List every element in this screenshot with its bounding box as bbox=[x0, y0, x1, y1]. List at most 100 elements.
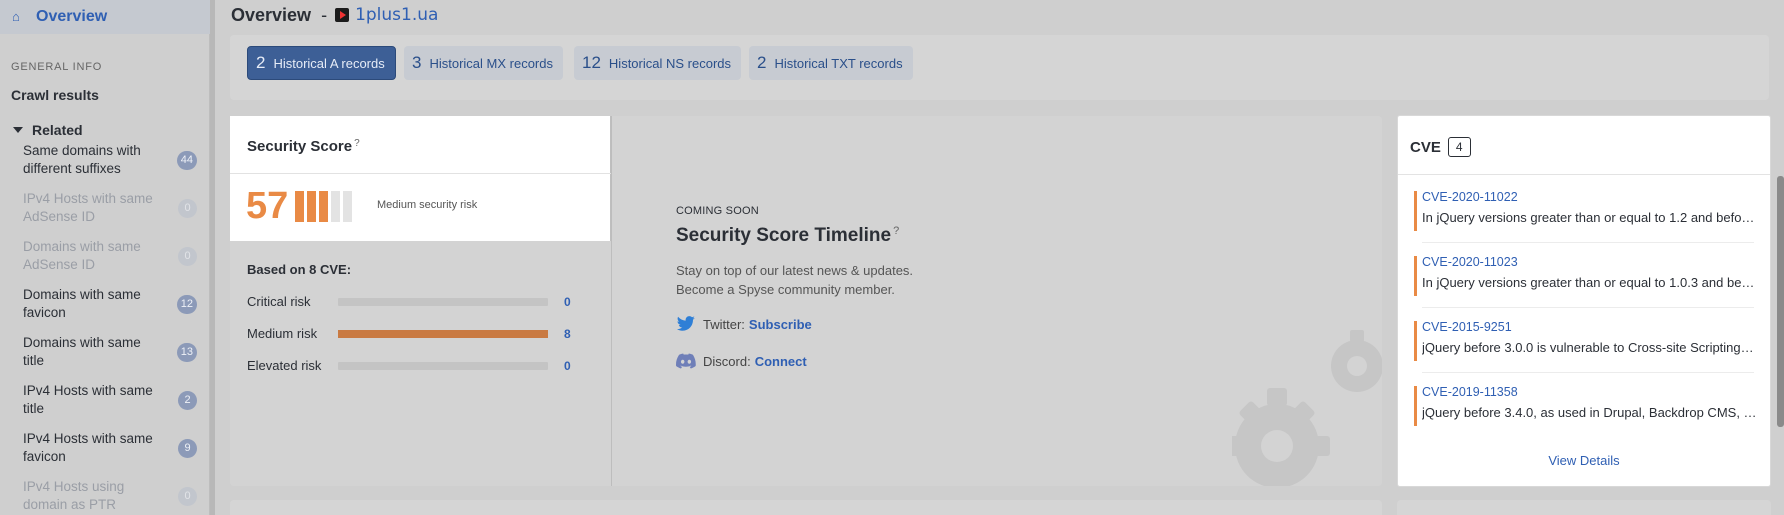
severity-marker bbox=[1414, 191, 1417, 231]
tab-historical-mx-records[interactable]: 3 Historical MX records bbox=[404, 46, 563, 80]
twitter-subscribe-link[interactable]: Subscribe bbox=[749, 317, 812, 332]
sidebar-item-ipv4-ptr[interactable]: IPv4 Hosts using domain as PTR 0 bbox=[23, 478, 203, 514]
count-badge: 2 bbox=[178, 390, 197, 410]
count-badge: 13 bbox=[176, 342, 197, 362]
risk-count[interactable]: 0 bbox=[564, 295, 571, 309]
count-badge: 9 bbox=[178, 438, 197, 458]
sidebar-item-label: Same domains with different suffixes bbox=[23, 143, 141, 176]
card-title: Security Score bbox=[247, 138, 353, 155]
score-level-segment bbox=[307, 191, 316, 222]
record-count: 2 bbox=[757, 53, 767, 72]
record-count: 3 bbox=[412, 53, 422, 72]
description-line: Become a Spyse community member. bbox=[676, 282, 895, 297]
divider bbox=[230, 173, 611, 174]
count-badge: 44 bbox=[176, 150, 197, 170]
sidebar-item-ipv4-title[interactable]: IPv4 Hosts with same title 2 bbox=[23, 382, 203, 418]
sidebar-item-label: IPv4 Hosts with same favicon bbox=[23, 431, 153, 464]
severity-marker bbox=[1414, 256, 1417, 296]
sidebar-item-ipv4-adsense[interactable]: IPv4 Hosts with same AdSense ID 0 bbox=[23, 190, 203, 226]
tab-historical-a-records[interactable]: 2 Historical A records bbox=[247, 46, 396, 80]
section-label-general-info: GENERAL INFO bbox=[11, 61, 103, 73]
cve-scrollbar[interactable] bbox=[1777, 176, 1784, 427]
cve-description: In jQuery versions greater than or equal… bbox=[1422, 210, 1757, 225]
risk-bar-track bbox=[338, 361, 548, 370]
twitter-row: Twitter: Subscribe bbox=[676, 316, 1176, 332]
count-badge: 0 bbox=[178, 198, 197, 218]
timeline-title: Security Score Timeline? bbox=[676, 225, 1176, 247]
risk-row-elevated: Elevated risk 0 bbox=[247, 358, 587, 373]
score-level-segment bbox=[319, 191, 328, 222]
cve-panel: CVE 4 CVE-2020-11022 In jQuery versions … bbox=[1397, 115, 1771, 487]
cve-list-item: CVE-2015-9251 jQuery before 3.0.0 is vul… bbox=[1414, 320, 1757, 373]
sidebar-item-overview[interactable]: ⌂ Overview bbox=[0, 0, 210, 34]
sidebar-item-same-domains-suffixes[interactable]: Same domains with different suffixes 44 bbox=[23, 142, 203, 178]
cve-id-link[interactable]: CVE-2015-9251 bbox=[1422, 320, 1512, 334]
discord-label: Discord: bbox=[703, 353, 751, 369]
historical-records-panel: 2 Historical A records 3 Historical MX r… bbox=[230, 35, 1769, 100]
page-title: Overview bbox=[231, 4, 312, 25]
count-badge: 12 bbox=[176, 294, 197, 314]
divider bbox=[1422, 242, 1754, 243]
risk-label: Elevated risk bbox=[247, 358, 322, 373]
score-level-segment bbox=[331, 191, 340, 222]
sidebar-item-domains-favicon[interactable]: Domains with same favicon 12 bbox=[23, 286, 203, 322]
sidebar-group-label: Related bbox=[32, 122, 83, 138]
cve-title: CVE bbox=[1410, 138, 1441, 156]
gear-icon bbox=[1232, 326, 1382, 486]
twitter-label: Twitter: bbox=[703, 316, 745, 332]
record-count: 12 bbox=[582, 53, 601, 72]
risk-count[interactable]: 0 bbox=[564, 359, 571, 373]
cve-count-badge: 4 bbox=[1447, 137, 1471, 157]
vertical-divider bbox=[611, 116, 612, 486]
description-line: Stay on top of our latest news & updates… bbox=[676, 263, 914, 278]
score-level-segment bbox=[295, 191, 304, 222]
tab-historical-txt-records[interactable]: 2 Historical TXT records bbox=[749, 46, 913, 80]
timeline-title-text: Security Score Timeline bbox=[676, 225, 892, 246]
severity-marker bbox=[1414, 321, 1417, 361]
sidebar-group-related[interactable]: Related bbox=[13, 122, 83, 138]
record-label: Historical TXT records bbox=[774, 55, 903, 71]
cve-list-item: CVE-2019-11358 jQuery before 3.4.0, as u… bbox=[1414, 385, 1757, 427]
risk-row-medium: Medium risk 8 bbox=[247, 326, 587, 341]
cve-id-link[interactable]: CVE-2020-11023 bbox=[1422, 255, 1518, 269]
sidebar-item-label: Domains with same title bbox=[23, 335, 141, 368]
help-icon[interactable]: ? bbox=[354, 138, 360, 149]
count-badge: 0 bbox=[178, 486, 197, 506]
record-label: Historical MX records bbox=[429, 55, 553, 71]
cve-id-link[interactable]: CVE-2019-11358 bbox=[1422, 385, 1518, 399]
risk-bar-fill bbox=[338, 329, 548, 338]
security-panel: Security Score? 57 Medium security risk … bbox=[230, 116, 1382, 486]
view-details-link[interactable]: View Details bbox=[1398, 453, 1770, 468]
cve-id-link[interactable]: CVE-2020-11022 bbox=[1422, 190, 1518, 204]
help-icon[interactable]: ? bbox=[893, 225, 899, 237]
tab-historical-ns-records[interactable]: 12 Historical NS records bbox=[574, 46, 742, 80]
risk-count[interactable]: 8 bbox=[564, 327, 571, 341]
cve-list-item: CVE-2020-11023 In jQuery versions greate… bbox=[1414, 255, 1757, 308]
sidebar-item-domains-title[interactable]: Domains with same title 13 bbox=[23, 334, 203, 370]
score-level-segment bbox=[343, 191, 352, 222]
sidebar-item-label: Overview bbox=[36, 8, 108, 25]
discord-icon bbox=[676, 353, 696, 369]
cve-description: jQuery before 3.0.0 is vulnerable to Cro… bbox=[1422, 340, 1757, 355]
title-separator: - bbox=[321, 4, 328, 25]
severity-marker bbox=[1414, 386, 1417, 426]
site-favicon-icon bbox=[335, 8, 350, 22]
security-score-card: Security Score? 57 Medium security risk bbox=[230, 116, 611, 241]
caret-down-icon bbox=[13, 127, 23, 133]
risk-label: Medium risk bbox=[247, 326, 318, 341]
discord-connect-link[interactable]: Connect bbox=[755, 354, 807, 369]
security-timeline-promo: COMING SOON Security Score Timeline? Sta… bbox=[676, 205, 1176, 369]
sidebar-scrollbar[interactable] bbox=[210, 0, 215, 515]
cve-list-item: CVE-2020-11022 In jQuery versions greate… bbox=[1414, 190, 1757, 243]
domain-name: 1plus1.ua bbox=[355, 5, 439, 25]
next-panel bbox=[1397, 500, 1771, 515]
sidebar-item-domains-adsense[interactable]: Domains with same AdSense ID 0 bbox=[23, 238, 203, 274]
security-score-title: Security Score? bbox=[247, 138, 360, 155]
based-on-label: Based on 8 CVE: bbox=[247, 262, 352, 277]
cve-description: In jQuery versions greater than or equal… bbox=[1422, 275, 1757, 290]
count-badge: 0 bbox=[178, 246, 197, 266]
sidebar-item-ipv4-favicon[interactable]: IPv4 Hosts with same favicon 9 bbox=[23, 430, 203, 466]
cve-description: jQuery before 3.4.0, as used in Drupal, … bbox=[1422, 405, 1757, 420]
divider bbox=[1422, 372, 1754, 373]
sidebar-item-crawl-results[interactable]: Crawl results bbox=[11, 87, 99, 103]
